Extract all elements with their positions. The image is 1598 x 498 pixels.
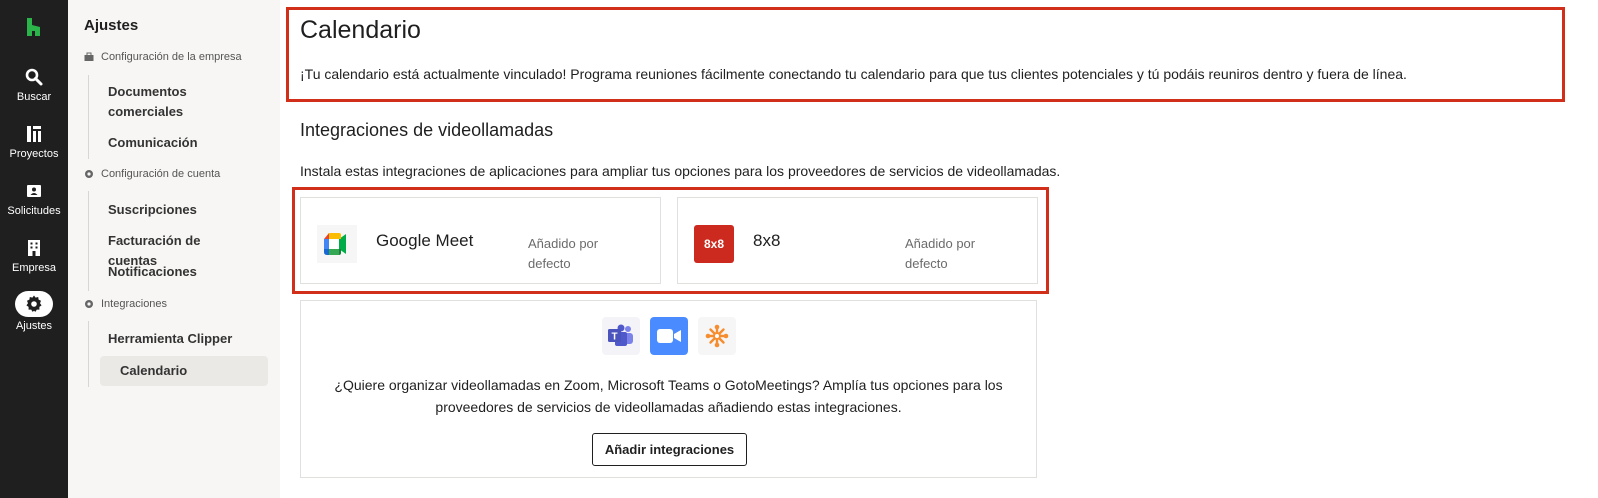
left-nav: Buscar Proyectos Solicitudes Empresa Aju… — [0, 0, 68, 498]
active-pill — [15, 291, 53, 317]
integration-name: 8x8 — [753, 231, 781, 250]
integration-status: Añadido por defecto — [528, 236, 599, 271]
sidebar-section-account: Configuración de cuenta — [84, 168, 220, 180]
houzz-logo[interactable] — [24, 17, 44, 37]
gotomeeting-icon — [697, 317, 736, 355]
nav-item-ajustes[interactable]: Ajustes — [0, 291, 68, 332]
main-content: Calendario ¡Tu calendario está actualmen… — [280, 0, 1598, 498]
sidebar-item-herramienta-clipper[interactable]: Herramienta Clipper — [88, 329, 248, 349]
search-icon — [25, 68, 43, 86]
svg-text:T: T — [611, 332, 617, 343]
add-integrations-button[interactable]: Añadir integraciones — [592, 433, 747, 466]
nav-label: Solicitudes — [7, 205, 61, 217]
nav-label: Buscar — [16, 91, 52, 103]
app: Buscar Proyectos Solicitudes Empresa Aju… — [0, 0, 1598, 498]
gear-icon — [26, 295, 42, 312]
zoom-icon — [649, 317, 688, 355]
nav-label: Ajustes — [15, 320, 53, 332]
page-title: Calendario — [300, 16, 421, 44]
nav-item-solicitudes[interactable]: Solicitudes — [0, 181, 68, 217]
sidebar-item-calendario[interactable]: Calendario — [100, 356, 268, 386]
sidebar-item-suscripciones[interactable]: Suscripciones — [88, 200, 248, 220]
nav-item-proyectos[interactable]: Proyectos — [0, 124, 68, 160]
page-description: ¡Tu calendario está actualmente vinculad… — [300, 66, 1407, 82]
highlight-box-header — [286, 7, 1565, 102]
gear-icon — [85, 170, 93, 178]
nav-item-buscar[interactable]: Buscar — [0, 67, 68, 103]
section-description: Instala estas integraciones de aplicacio… — [300, 163, 1061, 179]
sidebar-item-comunicacion[interactable]: Comunicación — [88, 133, 248, 153]
integration-card-google-meet[interactable]: Google Meet Añadido por defecto — [300, 197, 661, 284]
8x8-icon: 8x8 — [694, 225, 734, 263]
promo-icons: T — [301, 317, 1036, 355]
sidebar-section-integrations: Integraciones — [84, 298, 167, 310]
nav-label: Proyectos — [9, 148, 59, 160]
nav-item-empresa[interactable]: Empresa — [0, 238, 68, 274]
nav-label: Empresa — [11, 262, 57, 274]
gear-icon — [85, 300, 93, 308]
section-title: Integraciones de videollamadas — [300, 120, 554, 140]
sidebar-item-documentos-comerciales[interactable]: Documentos comerciales — [88, 82, 248, 122]
integration-status: Añadido por defecto — [905, 236, 976, 271]
sidebar-title: Ajustes — [84, 17, 139, 34]
sidebar-section-company: Configuración de la empresa — [84, 51, 242, 63]
building-icon — [28, 240, 40, 256]
integration-name: Google Meet — [376, 231, 474, 250]
sidebar-item-notificaciones[interactable]: Notificaciones — [88, 262, 248, 282]
settings-sidebar: Ajustes Configuración de la empresa Docu… — [68, 0, 280, 498]
integration-card-8x8[interactable]: 8x8 8x8 Añadido por defecto — [677, 197, 1038, 284]
google-meet-icon — [317, 225, 357, 263]
requests-icon — [27, 185, 41, 197]
add-integrations-promo: T ¿Quiere organizar videollamadas en Zoo… — [300, 300, 1037, 478]
projects-icon — [27, 126, 41, 142]
briefcase-icon — [84, 52, 94, 61]
microsoft-teams-icon: T — [601, 317, 640, 355]
promo-text: ¿Quiere organizar videollamadas en Zoom,… — [334, 377, 1003, 415]
